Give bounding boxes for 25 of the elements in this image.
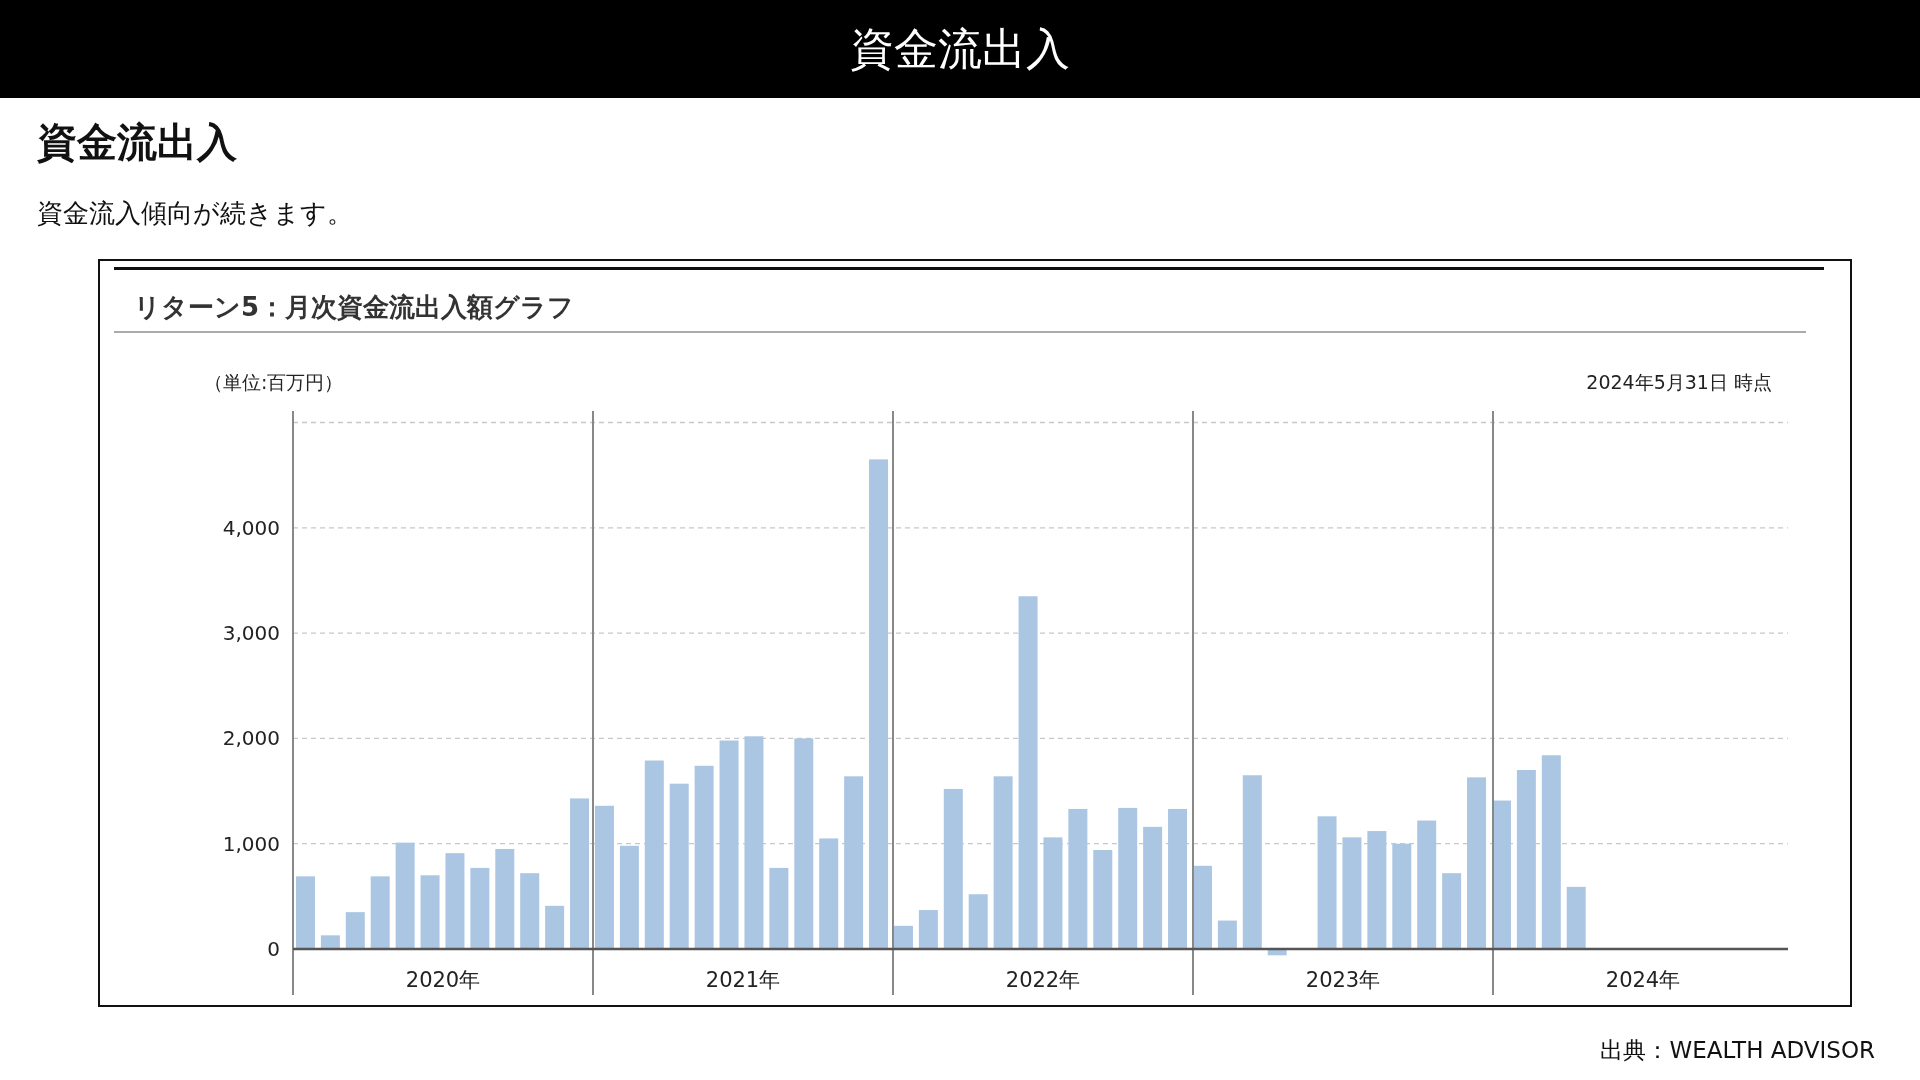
bar xyxy=(345,912,365,950)
section-heading: 資金流出入 xyxy=(37,120,238,164)
axis-label: 2024年 xyxy=(1605,968,1681,993)
axis-label: 4,000 xyxy=(222,516,280,540)
unit-label: （単位:百万円） xyxy=(204,371,344,394)
axis-label: 2021年 xyxy=(705,968,781,993)
axis-label: 2,000 xyxy=(222,726,280,751)
axis-label: 3,000 xyxy=(222,621,280,646)
axis-label: 1,000 xyxy=(222,831,280,856)
chart-title: リターン5：月次資金流出入額グラフ xyxy=(134,291,576,325)
bar xyxy=(968,894,988,950)
date-label: 2024年5月31日 時点 xyxy=(1586,371,1772,394)
bar xyxy=(545,906,565,950)
section-description: 資金流入傾向が続きます。 xyxy=(37,198,354,230)
bar xyxy=(918,910,938,950)
bar xyxy=(1566,887,1586,950)
bar xyxy=(1217,920,1237,950)
axis-label: 0 xyxy=(267,937,280,962)
axis-label: 2023年 xyxy=(1305,968,1381,993)
axis-label: 2020年 xyxy=(405,968,481,993)
bar xyxy=(320,935,340,950)
header-title: 資金流出入 xyxy=(850,21,1070,76)
axis-label: 2022年 xyxy=(1005,968,1081,993)
bar xyxy=(1267,949,1287,956)
source-note: 出典：WEALTH ADVISOR xyxy=(1599,1036,1875,1066)
